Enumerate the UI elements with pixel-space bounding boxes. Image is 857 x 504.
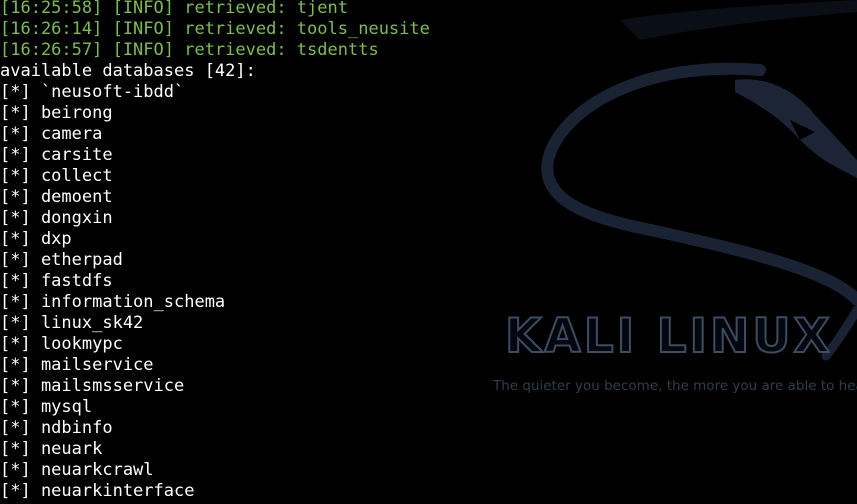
database-item: [*] camera — [0, 124, 103, 144]
kali-linux-logo: KALI LINUX — [504, 308, 833, 365]
database-item: [*] neuarkcrawl — [0, 460, 154, 480]
database-item: [*] collect — [0, 166, 113, 186]
database-item: [*] fastdfs — [0, 271, 113, 291]
database-item: [*] etherpad — [0, 250, 123, 270]
log-line: [16:26:57] [INFO] retrieved: tsdentts — [0, 40, 379, 60]
database-item: [*] mysql — [0, 397, 93, 417]
database-item: [*] linux_sk42 — [0, 313, 144, 333]
kali-tagline: The quieter you become, the more you are… — [493, 378, 857, 394]
database-item: [*] mailservice — [0, 355, 154, 375]
database-item: [*] neuarkinterface — [0, 481, 195, 501]
database-item: [*] beirong — [0, 103, 113, 123]
database-item: [*] lookmypc — [0, 334, 123, 354]
database-item: [*] information_schema — [0, 292, 226, 312]
database-item: [*] dxp — [0, 229, 72, 249]
log-line: [16:26:14] [INFO] retrieved: tools_neusi… — [0, 19, 430, 39]
terminal-output[interactable]: [16:25:58] [INFO] retrieved: tjent [16:2… — [0, 0, 430, 502]
database-item: [*] carsite — [0, 145, 113, 165]
database-item: [*] dongxin — [0, 208, 113, 228]
database-item: [*] demoent — [0, 187, 113, 207]
databases-header: available databases [42]: — [0, 61, 256, 81]
database-item: [*] mailsmsservice — [0, 376, 185, 396]
log-line: [16:25:58] [INFO] retrieved: tjent — [0, 0, 348, 18]
database-item: [*] neuark — [0, 439, 103, 459]
database-item: [*] `neusoft-ibdd` — [0, 82, 185, 102]
database-item: [*] ndbinfo — [0, 418, 113, 438]
terminal-window[interactable]: KALI LINUX The quieter you become, the m… — [0, 0, 857, 504]
